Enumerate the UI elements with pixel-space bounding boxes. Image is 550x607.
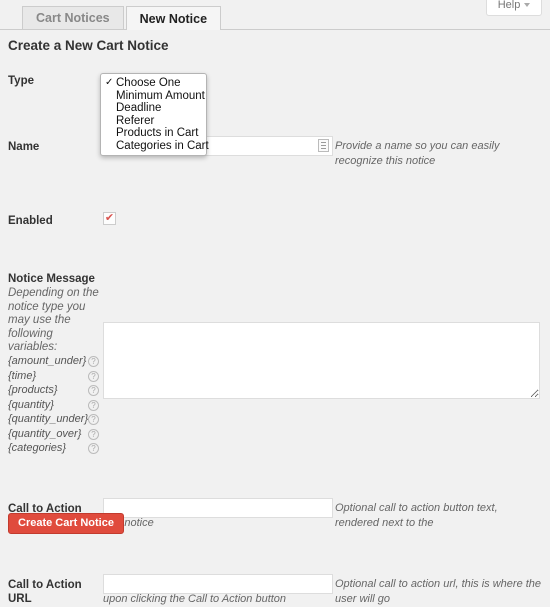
help-icon[interactable]: ? <box>88 371 99 382</box>
help-icon[interactable]: ? <box>88 356 99 367</box>
new-notice-form: Type ✓ Choose One Minimum Amount Deadlin… <box>0 62 550 206</box>
help-tab-label: Help <box>498 0 521 11</box>
create-cart-notice-button[interactable]: Create Cart Notice <box>8 513 124 534</box>
page-title: Create a New Cart Notice <box>8 38 169 53</box>
call-to-action-url-help-text: Optional call to action url, this is whe… <box>335 577 547 607</box>
variable-label: {amount_under} <box>8 355 86 367</box>
call-to-action-help-line2: cart notice <box>103 516 503 531</box>
type-option-label: Referer <box>116 115 154 127</box>
help-tab[interactable]: Help <box>486 0 542 16</box>
type-option-label: Products in Cart <box>116 127 198 139</box>
call-to-action-input[interactable] <box>103 498 333 518</box>
call-to-action-url-label: Call to Action URL <box>8 578 96 606</box>
call-to-action-url-input[interactable] <box>103 574 333 594</box>
type-option-label: Deadline <box>116 102 161 114</box>
type-option-referer[interactable]: Referer <box>101 115 206 128</box>
help-icon[interactable]: ? <box>88 414 99 425</box>
help-icon[interactable]: ? <box>88 400 99 411</box>
check-icon: ✓ <box>105 77 113 90</box>
chevron-down-icon <box>524 3 530 7</box>
variable-label: {products} <box>8 384 58 396</box>
tab-bar: Cart Notices New Notice <box>0 6 550 30</box>
type-option-categories-in-cart[interactable]: Categories in Cart <box>101 140 206 153</box>
form-row-enabled: Enabled ✔ <box>0 210 550 234</box>
form-field-icon <box>318 139 329 152</box>
variable-quantity-under: {quantity_under} ? <box>8 412 104 427</box>
form-row-notice-message: Notice Message Depending on the notice t… <box>0 272 550 296</box>
form-row-type: Type ✓ Choose One Minimum Amount Deadlin… <box>0 62 550 86</box>
notice-message-textarea[interactable] <box>103 322 540 399</box>
form-row-name: Name Provide a name so you can easily re… <box>0 136 550 160</box>
variable-label: {quantity_under} <box>8 413 88 425</box>
variable-products: {products} ? <box>8 383 104 398</box>
variable-categories: {categories} ? <box>8 441 104 456</box>
notice-message-label: Notice Message Depending on the notice t… <box>8 272 100 355</box>
notice-message-label-text: Notice Message <box>8 273 95 285</box>
type-option-label: Minimum Amount <box>116 90 205 102</box>
type-option-label: Choose One <box>116 77 181 89</box>
variable-label: {time} <box>8 370 36 382</box>
form-row-call-to-action-url: Call to Action URL Optional call to acti… <box>0 574 550 598</box>
type-option-label: Categories in Cart <box>116 140 209 152</box>
call-to-action-url-help-line2: upon clicking the Call to Action button <box>103 592 503 607</box>
type-select-dropdown[interactable]: ✓ Choose One Minimum Amount Deadline Ref… <box>100 73 207 156</box>
variable-label: {quantity_over} <box>8 428 81 440</box>
variable-quantity-over: {quantity_over} ? <box>8 427 104 442</box>
check-icon: ✔ <box>105 213 114 224</box>
variable-time: {time} ? <box>8 369 104 384</box>
notice-message-variables: {amount_under} ? {time} ? {products} ? {… <box>8 354 104 456</box>
name-help-text: Provide a name so you can easily recogni… <box>335 139 545 169</box>
enabled-label: Enabled <box>8 214 96 228</box>
variable-quantity: {quantity} ? <box>8 398 104 413</box>
variable-label: {quantity} <box>8 399 54 411</box>
variable-label: {categories} <box>8 442 66 454</box>
enabled-checkbox[interactable]: ✔ <box>103 212 116 225</box>
type-option-choose-one[interactable]: ✓ Choose One <box>101 77 206 90</box>
tab-cart-notices[interactable]: Cart Notices <box>22 6 124 29</box>
notice-message-description: Depending on the notice type you may use… <box>8 287 100 355</box>
help-icon[interactable]: ? <box>88 443 99 454</box>
type-label: Type <box>8 74 96 88</box>
help-icon[interactable]: ? <box>88 429 99 440</box>
type-option-deadline[interactable]: Deadline <box>101 102 206 115</box>
variable-amount-under: {amount_under} ? <box>8 354 104 369</box>
type-option-products-in-cart[interactable]: Products in Cart <box>101 127 206 140</box>
name-label: Name <box>8 140 96 154</box>
type-option-minimum-amount[interactable]: Minimum Amount <box>101 90 206 103</box>
tab-new-notice[interactable]: New Notice <box>126 6 221 30</box>
call-to-action-help-text: Optional call to action button text, ren… <box>335 501 543 531</box>
help-icon[interactable]: ? <box>88 385 99 396</box>
